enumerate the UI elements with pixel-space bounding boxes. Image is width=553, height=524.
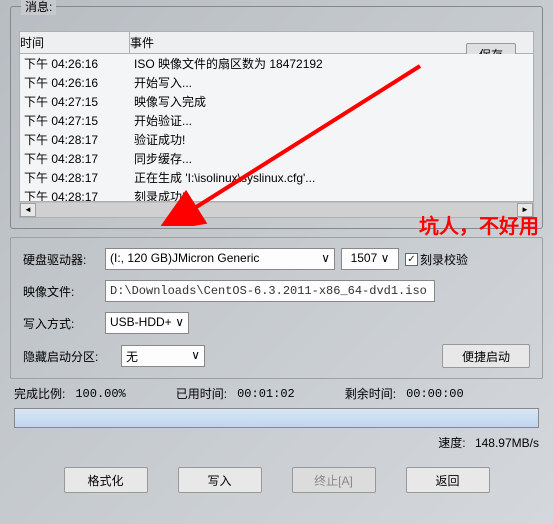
progress-bar xyxy=(14,408,539,428)
log-time: 下午 04:28:17 xyxy=(20,188,130,202)
log-event: 开始验证... xyxy=(130,112,533,130)
drive-label: 硬盘驱动器: xyxy=(23,251,99,268)
log-time: 下午 04:26:16 xyxy=(20,55,130,73)
form-area: 硬盘驱动器: (I:, 120 GB)JMicron Generic ∨ 150… xyxy=(10,237,543,379)
stop-button[interactable]: 终止[A] xyxy=(292,467,376,493)
sector-select[interactable]: 1507 ∨ xyxy=(341,248,399,270)
log-row[interactable]: 下午 04:26:16ISO 映像文件的扇区数为 18472192 xyxy=(20,54,533,73)
horizontal-scrollbar[interactable]: ◄ ► xyxy=(19,202,534,218)
write-mode-select[interactable]: USB-HDD+ ∨ xyxy=(105,312,189,334)
hide-partition-label: 隐藏启动分区: xyxy=(23,348,115,365)
log-row[interactable]: 下午 04:28:17正在生成 'I:\isolinux\syslinux.cf… xyxy=(20,168,533,187)
log-row[interactable]: 下午 04:28:17刻录成功! xyxy=(20,187,533,202)
scroll-track[interactable] xyxy=(36,203,517,217)
hide-partition-select[interactable]: 无 ∨ xyxy=(121,345,205,367)
bottom-buttons: 格式化 写入 终止[A] 返回 xyxy=(0,467,553,493)
write-button[interactable]: 写入 xyxy=(178,467,262,493)
verify-checkbox[interactable]: 刻录校验 xyxy=(405,251,468,268)
log-body: 下午 04:26:16ISO 映像文件的扇区数为 18472192下午 04:2… xyxy=(19,54,534,202)
quick-boot-button[interactable]: 便捷启动 xyxy=(442,344,530,368)
used-label: 已用时间: xyxy=(176,385,227,402)
log-event: 验证成功! xyxy=(130,131,533,149)
log-row[interactable]: 下午 04:28:17同步缓存... xyxy=(20,149,533,168)
message-legend: 消息: xyxy=(21,0,56,15)
drive-select[interactable]: (I:, 120 GB)JMicron Generic ∨ xyxy=(105,248,335,270)
write-mode-label: 写入方式: xyxy=(23,315,99,332)
log-time: 下午 04:27:15 xyxy=(20,112,130,130)
speed-row: 速度: 148.97MB/s xyxy=(14,434,539,451)
format-button[interactable]: 格式化 xyxy=(64,467,148,493)
log-time: 下午 04:28:17 xyxy=(20,169,130,187)
image-label: 映像文件: xyxy=(23,283,99,300)
speed-value: 148.97MB/s xyxy=(475,436,539,450)
log-time: 下午 04:27:15 xyxy=(20,93,130,111)
log-row[interactable]: 下午 04:28:17验证成功! xyxy=(20,130,533,149)
remain-label: 剩余时间: xyxy=(345,385,396,402)
image-path-field[interactable]: D:\Downloads\CentOS-6.3.2011-x86_64-dvd1… xyxy=(105,280,435,302)
scroll-left-icon[interactable]: ◄ xyxy=(20,203,36,217)
log-row[interactable]: 下午 04:27:15映像写入完成 xyxy=(20,92,533,111)
back-button[interactable]: 返回 xyxy=(406,467,490,493)
done-label: 完成比例: xyxy=(14,385,65,402)
log-event: 映像写入完成 xyxy=(130,93,533,111)
log-event: 刻录成功! xyxy=(130,188,533,202)
log-event: 同步缓存... xyxy=(130,150,533,168)
progress-wrap xyxy=(14,408,539,428)
log-time: 下午 04:28:17 xyxy=(20,131,130,149)
log-event: 开始写入... xyxy=(130,74,533,92)
remain-value: 00:00:00 xyxy=(406,387,464,401)
checkbox-icon[interactable] xyxy=(405,253,418,266)
status-row: 完成比例: 100.00% 已用时间: 00:01:02 剩余时间: 00:00… xyxy=(14,385,539,402)
scroll-right-icon[interactable]: ► xyxy=(517,203,533,217)
done-value: 100.00% xyxy=(75,387,125,401)
verify-label: 刻录校验 xyxy=(420,251,468,268)
used-value: 00:01:02 xyxy=(237,387,295,401)
log-row[interactable]: 下午 04:27:15开始验证... xyxy=(20,111,533,130)
speed-label: 速度: xyxy=(438,436,465,450)
log-event: ISO 映像文件的扇区数为 18472192 xyxy=(130,55,533,73)
log-header: 时间 事件 xyxy=(19,31,534,54)
log-row[interactable]: 下午 04:26:16开始写入... xyxy=(20,73,533,92)
log-time: 下午 04:28:17 xyxy=(20,150,130,168)
message-fieldset: 消息: 保存 时间 事件 下午 04:26:16ISO 映像文件的扇区数为 18… xyxy=(10,6,543,229)
log-time: 下午 04:26:16 xyxy=(20,74,130,92)
log-event: 正在生成 'I:\isolinux\syslinux.cfg'... xyxy=(130,169,533,187)
col-time-header[interactable]: 时间 xyxy=(19,31,129,54)
